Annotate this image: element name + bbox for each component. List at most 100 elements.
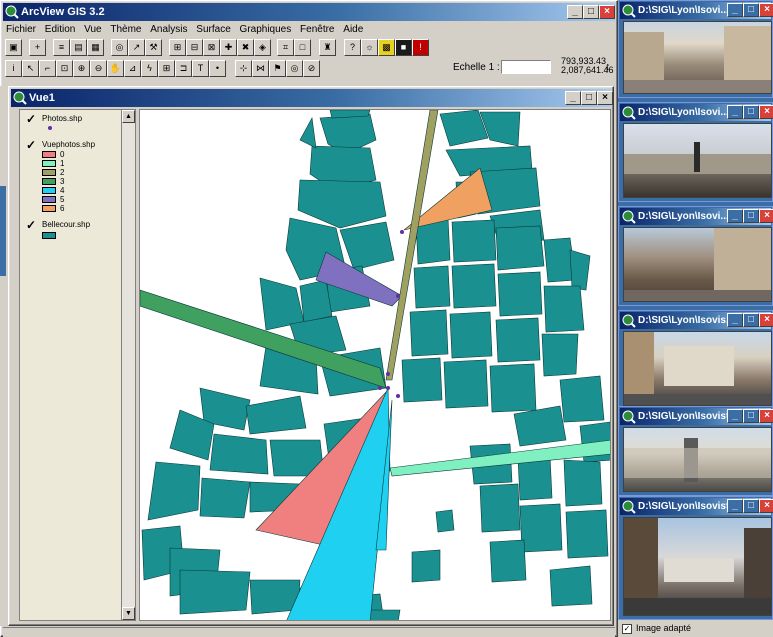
zoom-in-button[interactable]: ✚ — [220, 39, 237, 56]
find-button[interactable]: ◎ — [111, 39, 128, 56]
query-builder-button[interactable]: ⚒ — [145, 39, 162, 56]
pan-tool[interactable]: ✋ — [107, 60, 124, 77]
menu-theme[interactable]: Thème — [107, 23, 144, 37]
bellecour-theme-label[interactable]: Bellecour.shp — [42, 220, 90, 229]
class-swatch-3 — [42, 178, 56, 185]
photo-2-minimize[interactable]: _ — [727, 105, 743, 119]
close-icon: × — [764, 500, 770, 511]
view-close-button[interactable]: × — [597, 91, 613, 105]
pointer-tool[interactable]: ↖ — [22, 60, 39, 77]
zoom-in-tool[interactable]: ⊕ — [73, 60, 90, 77]
photo-6-close[interactable]: × — [759, 499, 773, 513]
photo-1-minimize[interactable]: _ — [727, 3, 743, 17]
photo-point — [378, 386, 382, 390]
identify-tool[interactable]: i — [5, 60, 22, 77]
view-minimize-button[interactable]: _ — [565, 91, 581, 105]
image-adapt-checkbox[interactable]: ✓ — [622, 623, 632, 634]
select-feature-tool[interactable]: ⊡ — [56, 60, 73, 77]
vuephotos-theme-label[interactable]: Vuephotos.shp — [42, 140, 95, 149]
draw-point-tool[interactable]: • — [209, 60, 226, 77]
network-tool-2[interactable]: ⋈ — [252, 60, 269, 77]
zoom-out-tool[interactable]: ⊖ — [90, 60, 107, 77]
block — [209, 433, 269, 475]
photo-point — [386, 372, 390, 376]
photo-3-close[interactable]: × — [759, 209, 773, 223]
select-feature-icon: ⊡ — [60, 63, 69, 73]
block — [559, 375, 605, 423]
zoom-previous-button[interactable]: ◈ — [254, 39, 271, 56]
locate-address-button[interactable]: ↗ — [128, 39, 145, 56]
menu-surface[interactable]: Surface — [193, 23, 233, 37]
open-table-button[interactable]: ▦ — [87, 39, 104, 56]
photo-1-maximize[interactable]: □ — [743, 3, 759, 17]
menu-fenetre[interactable]: Fenêtre — [297, 23, 337, 37]
scale-input[interactable] — [501, 60, 551, 74]
hotlink-tool[interactable]: ϟ — [141, 60, 158, 77]
clear-selection-button[interactable]: □ — [294, 39, 311, 56]
network-tool-3[interactable]: ⚑ — [269, 60, 286, 77]
vertex-edit-tool[interactable]: ⌐ — [39, 60, 56, 77]
text-tool[interactable]: T — [192, 60, 209, 77]
select-features-button[interactable]: ⌗ — [277, 39, 294, 56]
vuephotos-visibility-checkbox[interactable]: ✓ — [26, 138, 36, 152]
photo-6-minimize[interactable]: _ — [727, 499, 743, 513]
menu-graphiques[interactable]: Graphiques — [237, 23, 295, 37]
help-button[interactable]: ? — [344, 39, 361, 56]
menu-analysis[interactable]: Analysis — [147, 23, 190, 37]
label-tool[interactable]: ⊐ — [175, 60, 192, 77]
photo-3-minimize[interactable]: _ — [727, 209, 743, 223]
toc-scrollbar[interactable]: ▲ ▼ — [121, 109, 136, 621]
photo-1-close[interactable]: × — [759, 3, 773, 17]
photo-3-maximize[interactable]: □ — [743, 209, 759, 223]
scroll-up-icon[interactable]: ▲ — [122, 110, 135, 123]
photo-5-close[interactable]: × — [759, 409, 773, 423]
photo-2-maximize[interactable]: □ — [743, 105, 759, 119]
maximize-button[interactable]: □ — [583, 5, 599, 19]
photos-visibility-checkbox[interactable]: ✓ — [26, 112, 36, 126]
menu-fichier[interactable]: Fichier — [3, 23, 39, 37]
extension-button-2[interactable]: ■ — [395, 39, 412, 56]
scroll-down-icon[interactable]: ▼ — [122, 607, 135, 620]
bellecour-visibility-checkbox[interactable]: ✓ — [26, 218, 36, 232]
menu-bar: Fichier Edition Vue Thème Analysis Surfa… — [3, 23, 617, 37]
measure-tool[interactable]: ⊿ — [124, 60, 141, 77]
select-icon: ⌗ — [282, 42, 289, 52]
menu-edition[interactable]: Edition — [42, 23, 79, 37]
photo-4-maximize[interactable]: □ — [743, 313, 759, 327]
zoom-out-icon: ✖ — [241, 42, 250, 52]
extension-button-1[interactable]: ▩ — [378, 39, 395, 56]
theme-properties-button[interactable]: ≡ — [53, 39, 70, 56]
edit-legend-button[interactable]: ▤ — [70, 39, 87, 56]
save-project-button[interactable]: ▣ — [5, 39, 22, 56]
photo-6-maximize[interactable]: □ — [743, 499, 759, 513]
photo-5-minimize[interactable]: _ — [727, 409, 743, 423]
add-theme-button[interactable]: + — [29, 39, 46, 56]
zoom-out-button[interactable]: ✖ — [237, 39, 254, 56]
extension-button-3[interactable]: ! — [412, 39, 429, 56]
map-svg[interactable] — [140, 110, 611, 621]
close-button[interactable]: × — [599, 5, 615, 19]
view-maximize-button[interactable]: □ — [581, 91, 597, 105]
photo-5-maximize[interactable]: □ — [743, 409, 759, 423]
photo-2-close[interactable]: × — [759, 105, 773, 119]
menu-aide[interactable]: Aide — [340, 23, 366, 37]
network-tool-1[interactable]: ⊹ — [235, 60, 252, 77]
map-canvas[interactable] — [139, 109, 611, 621]
maximize-icon: □ — [747, 410, 755, 421]
hotlink-button[interactable]: ☼ — [361, 39, 378, 56]
minimize-button[interactable]: _ — [567, 5, 583, 19]
network-tool-4[interactable]: ◎ — [286, 60, 303, 77]
zoom-active-button[interactable]: ⊟ — [186, 39, 203, 56]
photos-theme-label[interactable]: Photos.shp — [42, 114, 82, 123]
arcview-titlebar[interactable]: ArcView GIS 3.2 — [3, 3, 615, 21]
layout-button[interactable]: ♜ — [319, 39, 336, 56]
view-titlebar[interactable]: Vue1 — [11, 89, 611, 107]
zoom-selected-button[interactable]: ⊠ — [203, 39, 220, 56]
area-of-interest-tool[interactable]: ⊞ — [158, 60, 175, 77]
label-icon: ⊐ — [179, 63, 188, 73]
network-tool-5[interactable]: ⊘ — [303, 60, 320, 77]
photo-4-minimize[interactable]: _ — [727, 313, 743, 327]
zoom-full-button[interactable]: ⊞ — [169, 39, 186, 56]
menu-vue[interactable]: Vue — [81, 23, 104, 37]
photo-4-close[interactable]: × — [759, 313, 773, 327]
